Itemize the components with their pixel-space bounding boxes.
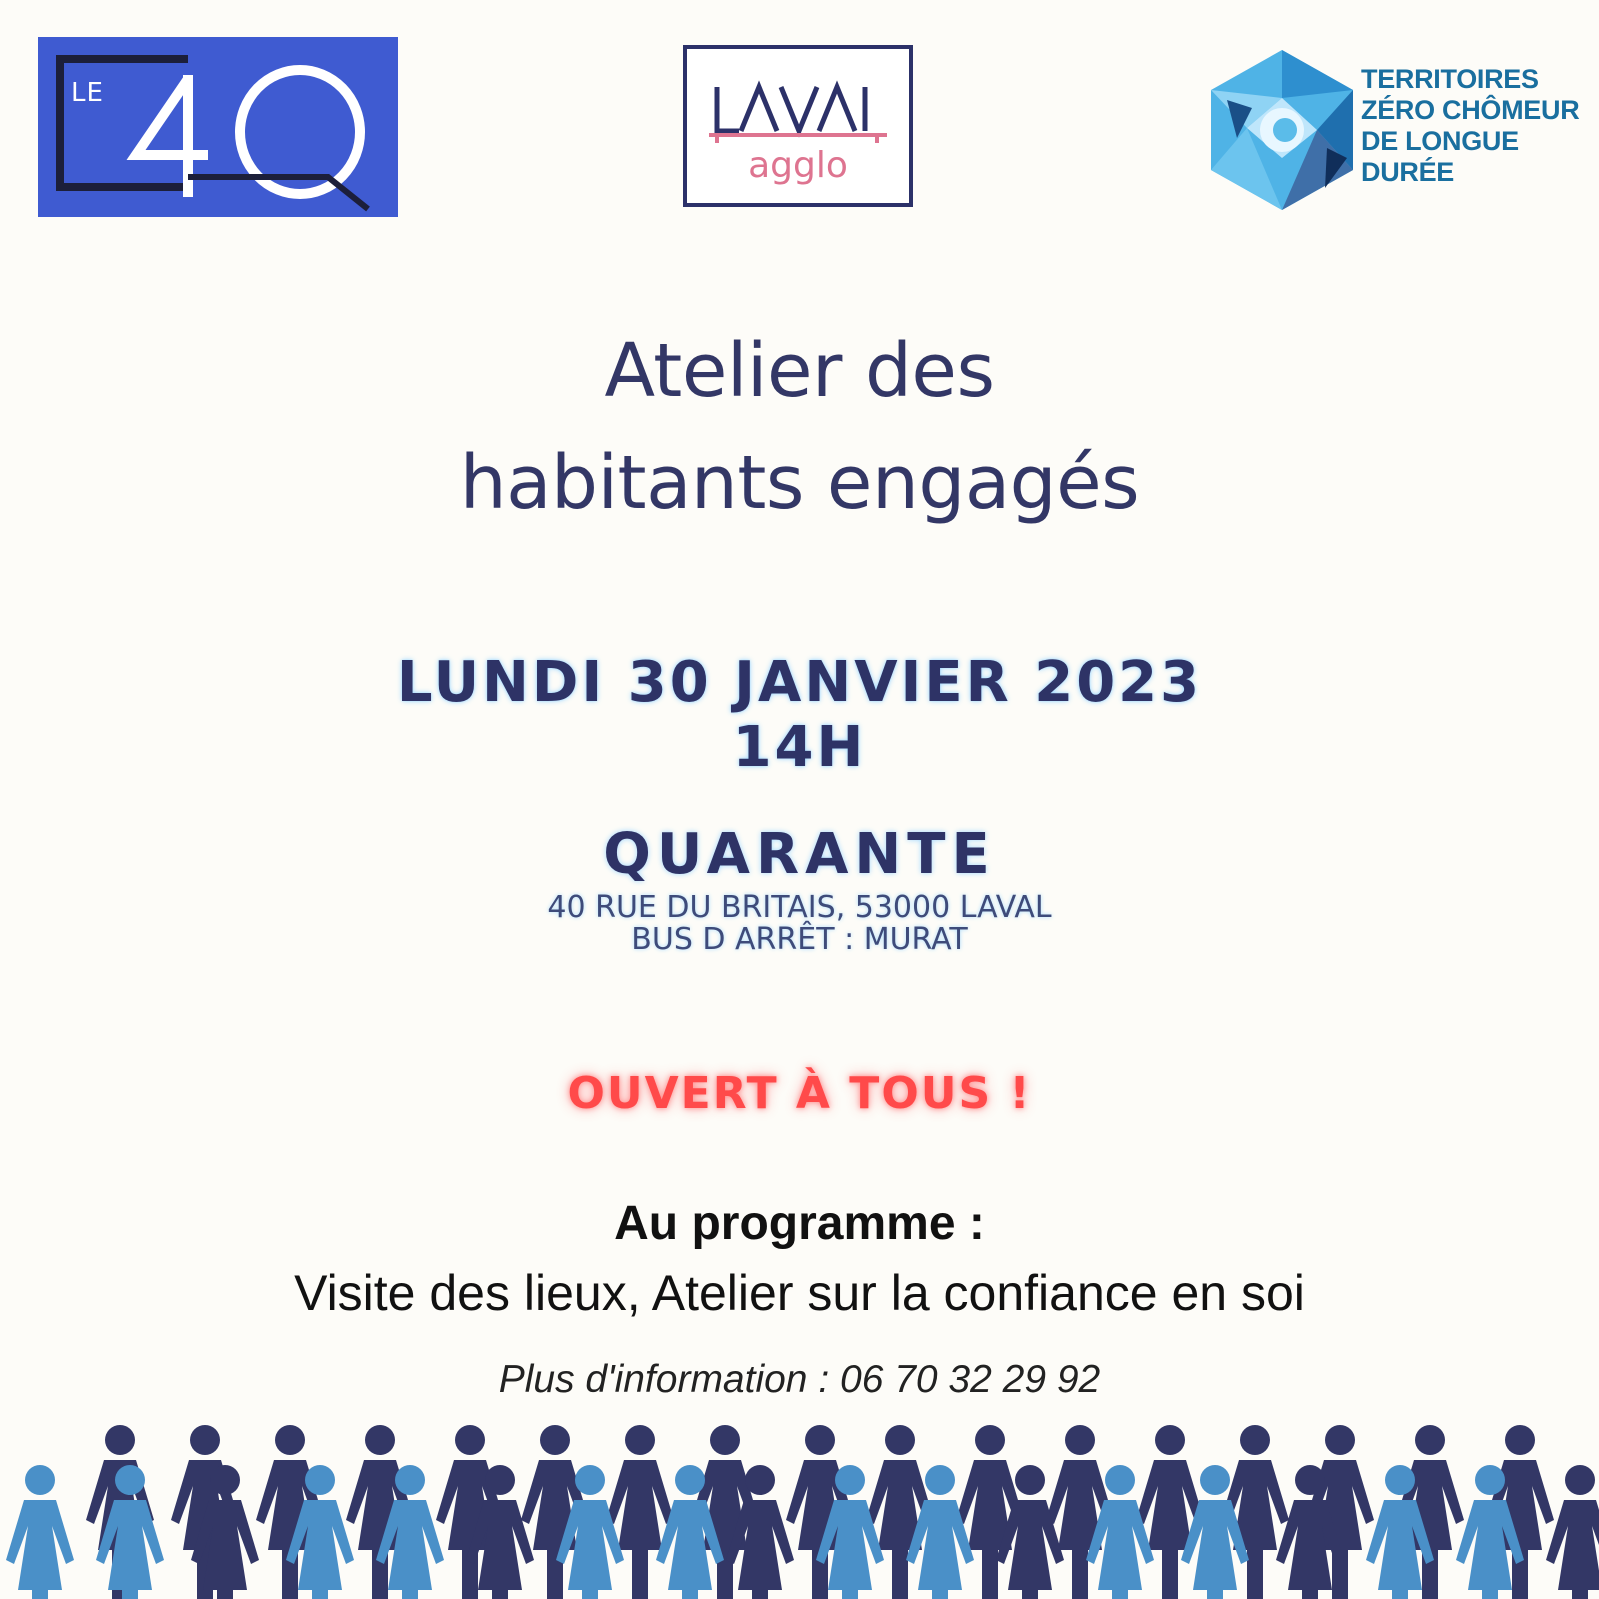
info-phone: Plus d'information : 06 70 32 29 92	[498, 1358, 1101, 1401]
open-to-all-banner: OUVERT À TOUS !	[567, 1068, 1032, 1119]
title-line-2: habitants engagés	[459, 440, 1140, 526]
person-front-0	[6, 1465, 74, 1599]
tzcld-line-4: DURÉE	[1361, 157, 1455, 187]
title-line-1: Atelier des	[604, 328, 995, 414]
laval-logo-subtitle: agglo	[748, 145, 848, 186]
le40-logo: LE	[38, 37, 398, 217]
program-details: Visite des lieux, Atelier sur la confian…	[294, 1265, 1305, 1321]
program-heading: Au programme :	[614, 1197, 985, 1250]
hexagon-mosaic-icon	[1211, 50, 1353, 210]
le40-logo-small-text: LE	[71, 78, 104, 108]
venue-address-line-2: BUS D ARRÊT : MURAT	[631, 922, 968, 957]
tzcld-line-1: TERRITOIRES	[1361, 64, 1539, 94]
person-back-12	[1136, 1425, 1204, 1599]
event-time: 14H	[732, 715, 867, 780]
person-back-6	[606, 1425, 674, 1599]
person-front-17	[1546, 1465, 1599, 1599]
tzcld-logo: TERRITOIRES ZÉRO CHÔMEUR DE LONGUE DURÉE	[1207, 48, 1580, 213]
le40-logo-graphic	[56, 55, 370, 212]
venue-name: QUARANTE	[603, 822, 996, 887]
crowd-illustration	[6, 1425, 1599, 1599]
event-date: LUNDI 30 JANVIER 2023	[396, 650, 1203, 715]
tzcld-line-2: ZÉRO CHÔMEUR	[1361, 95, 1580, 125]
venue-address-line-1: 40 RUE DU BRITAIS, 53000 LAVAL	[547, 890, 1052, 925]
laval-agglo-logo: agglo	[683, 45, 913, 207]
tzcld-line-3: DE LONGUE	[1361, 126, 1519, 156]
